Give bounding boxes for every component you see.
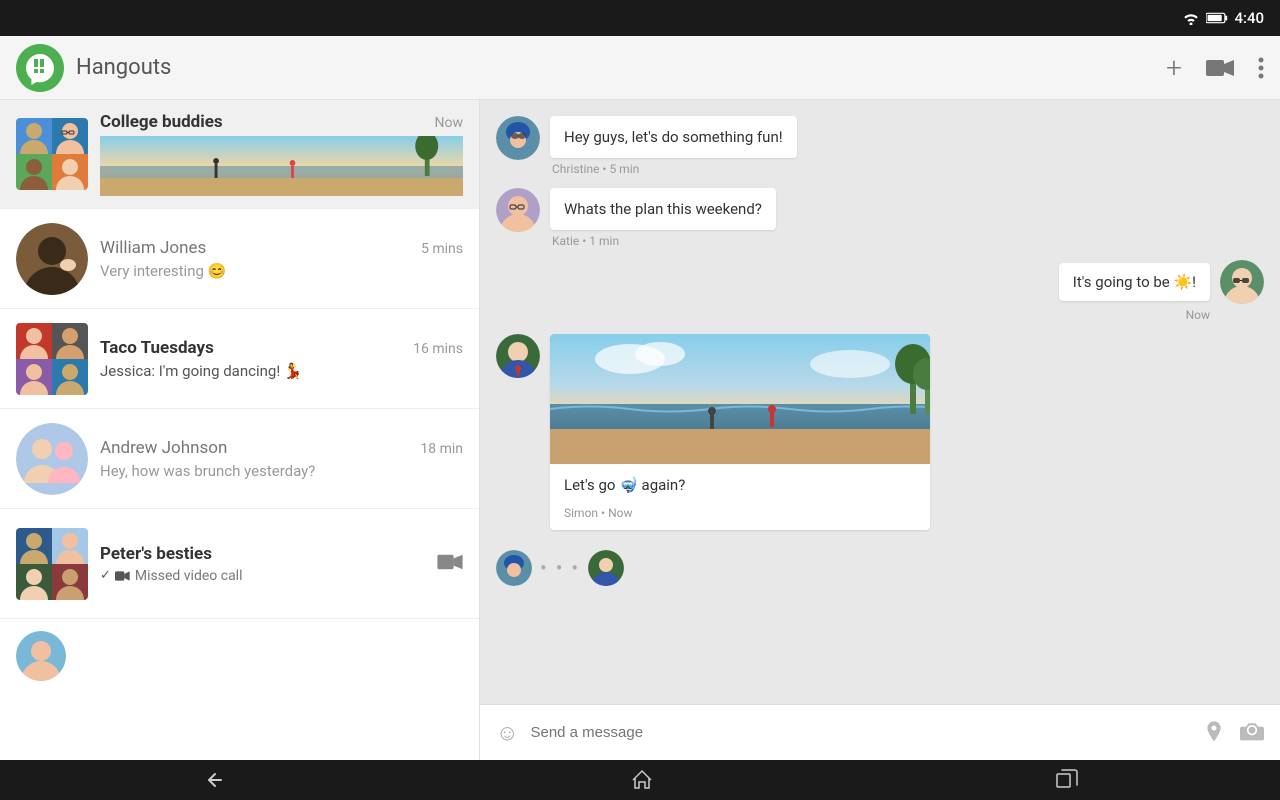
status-bar: 4:40 xyxy=(0,0,1280,36)
bottom-nav xyxy=(0,760,1280,800)
home-button[interactable] xyxy=(630,768,654,792)
college-buddies-avatar xyxy=(16,118,88,190)
andrew-johnson-info: Andrew Johnson 18 min Hey, how was brunc… xyxy=(100,438,463,480)
taco-tuesdays-name: Taco Tuesdays xyxy=(100,338,214,358)
msg-me: It's going to be ☀️! xyxy=(496,260,1264,322)
conv-item-taco-tuesdays[interactable]: Taco Tuesdays 16 mins Jessica: I'm going… xyxy=(0,309,479,409)
peters-besties-avatar xyxy=(16,528,88,600)
hangouts-logo xyxy=(16,44,64,92)
taco-tuesdays-info: Taco Tuesdays 16 mins Jessica: I'm going… xyxy=(100,338,463,380)
christine-message: Hey guys, let's do something fun! xyxy=(564,128,783,146)
conv-item-peters-besties[interactable]: Peter's besties ✓ Missed video call xyxy=(0,509,479,619)
conversation-list: College buddies Now xyxy=(0,100,480,760)
typing-dots: • • • xyxy=(540,556,580,580)
msg-christine: Hey guys, let's do something fun! Christ… xyxy=(496,116,1264,176)
main-content: College buddies Now xyxy=(0,100,1280,760)
location-icon[interactable] xyxy=(1204,721,1224,745)
battery-icon xyxy=(1206,11,1228,25)
katie-avatar xyxy=(496,188,540,232)
me-bubble: It's going to be ☀️! xyxy=(1059,263,1210,301)
william-jones-preview: Very interesting 😊 xyxy=(100,262,463,280)
video-camera-conv-icon[interactable] xyxy=(437,553,463,571)
william-jones-info: William Jones 5 mins Very interesting 😊 xyxy=(100,238,463,280)
msg-simon: Let's go 🤿 again? Simon • Now xyxy=(496,334,1264,530)
andrew-johnson-name: Andrew Johnson xyxy=(100,438,227,458)
christine-avatar xyxy=(496,116,540,160)
william-jones-name: William Jones xyxy=(100,238,206,258)
andrew-johnson-avatar xyxy=(16,423,88,495)
status-icons: 4:40 xyxy=(1182,9,1264,27)
chat-input-area: ☺ xyxy=(480,704,1280,760)
partial-avatar xyxy=(16,631,66,681)
back-button[interactable] xyxy=(201,768,229,792)
peters-besties-name: Peter's besties xyxy=(100,544,212,564)
more-menu-icon[interactable] xyxy=(1258,56,1264,80)
simon-bubble-content: Let's go 🤿 again? Simon • Now xyxy=(550,334,930,530)
typing-avatar-1 xyxy=(496,550,532,586)
christine-meta: Christine • 5 min xyxy=(550,162,797,176)
andrew-johnson-preview: Hey, how was brunch yesterday? xyxy=(100,462,463,480)
chat-messages: Hey guys, let's do something fun! Christ… xyxy=(480,100,1280,704)
me-bubble-content: It's going to be ☀️! xyxy=(1059,260,1264,322)
recent-apps-button[interactable] xyxy=(1055,768,1079,792)
katie-meta: Katie • 1 min xyxy=(550,234,776,248)
app-bar-actions: + xyxy=(1166,51,1264,84)
message-input[interactable] xyxy=(530,724,1192,741)
status-time: 4:40 xyxy=(1234,9,1264,27)
andrew-johnson-time: 18 min xyxy=(420,441,463,457)
video-missed-icon xyxy=(115,570,131,582)
taco-tuesdays-preview: Jessica: I'm going dancing! 💃 xyxy=(100,362,463,380)
me-avatar xyxy=(1220,260,1264,304)
app-title: Hangouts xyxy=(76,55,1166,80)
me-meta: Now xyxy=(1184,308,1210,322)
katie-bubble: Whats the plan this weekend? xyxy=(550,188,776,230)
simon-avatar xyxy=(496,334,540,378)
taco-tuesdays-avatar xyxy=(16,323,88,395)
missed-video-call-text: Missed video call xyxy=(135,568,243,584)
simon-meta: Simon • Now xyxy=(550,506,930,530)
katie-bubble-content: Whats the plan this weekend? Katie • 1 m… xyxy=(550,188,776,248)
simon-message: Let's go 🤿 again? xyxy=(550,464,930,506)
typing-indicators: • • • xyxy=(496,542,1264,594)
conv-item-andrew-johnson[interactable]: Andrew Johnson 18 min Hey, how was brunc… xyxy=(0,409,479,509)
taco-tuesdays-time: 16 mins xyxy=(413,341,463,357)
missed-video-call-badge: ✓ Missed video call xyxy=(100,568,437,584)
peters-besties-video-icon[interactable] xyxy=(437,553,463,575)
william-jones-avatar xyxy=(16,223,88,295)
college-buddies-time: Now xyxy=(435,115,464,131)
simon-beach-bubble: Let's go 🤿 again? Simon • Now xyxy=(550,334,930,530)
add-button[interactable]: + xyxy=(1166,51,1182,84)
chat-input-actions xyxy=(1204,721,1264,745)
app-bar: Hangouts + xyxy=(0,36,1280,100)
emoji-button[interactable]: ☺ xyxy=(496,720,518,746)
conv-item-william-jones[interactable]: William Jones 5 mins Very interesting 😊 xyxy=(0,209,479,309)
chat-panel: Hey guys, let's do something fun! Christ… xyxy=(480,100,1280,760)
college-buddies-name: College buddies xyxy=(100,112,223,132)
christine-bubble: Hey guys, let's do something fun! xyxy=(550,116,797,158)
conv-item-college-buddies[interactable]: College buddies Now xyxy=(0,100,479,209)
william-jones-time: 5 mins xyxy=(421,241,463,257)
msg-katie: Whats the plan this weekend? Katie • 1 m… xyxy=(496,188,1264,248)
typing-avatar-2 xyxy=(588,550,624,586)
simon-beach-image xyxy=(550,334,930,464)
conv-item-partial[interactable] xyxy=(0,619,479,693)
wifi-icon xyxy=(1182,11,1200,25)
college-buddies-info: College buddies Now xyxy=(100,112,463,196)
katie-message: Whats the plan this weekend? xyxy=(564,200,762,218)
video-camera-icon[interactable] xyxy=(1206,58,1234,78)
college-buddies-image xyxy=(100,136,463,196)
peters-besties-info: Peter's besties ✓ Missed video call xyxy=(100,544,437,584)
christine-bubble-content: Hey guys, let's do something fun! Christ… xyxy=(550,116,797,176)
camera-icon[interactable] xyxy=(1240,721,1264,741)
